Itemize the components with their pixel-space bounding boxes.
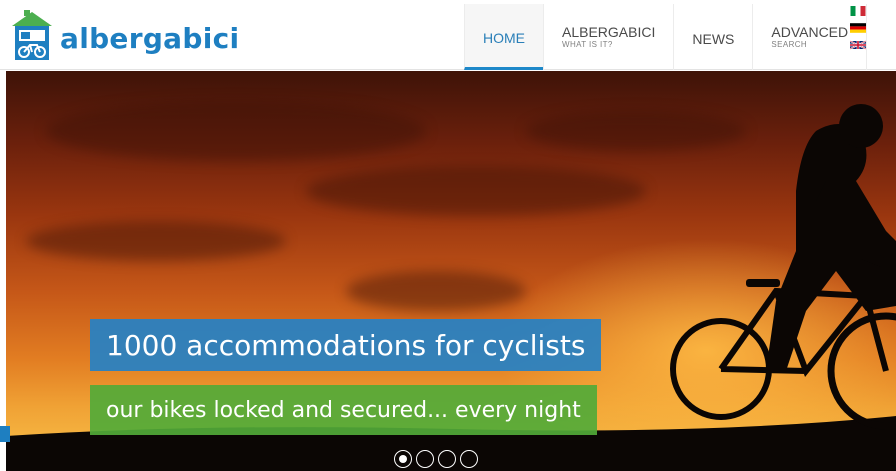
language-selector (850, 6, 868, 57)
slider-dot-4[interactable] (460, 450, 478, 468)
slider-dot-2[interactable] (416, 450, 434, 468)
nav-home[interactable]: HOME (464, 4, 543, 70)
nav-news[interactable]: NEWS (673, 4, 752, 70)
nav-news-label: NEWS (692, 31, 735, 47)
main-nav: HOME ALBERGABICI WHAT IS IT? NEWS ADVANC… (464, 4, 868, 70)
hero-slider: 1000 accommodations for cyclists our bik… (6, 71, 896, 471)
hero-caption-primary: 1000 accommodations for cyclists (90, 319, 602, 371)
slider-dot-3[interactable] (438, 450, 456, 468)
nav-albergabici-sublabel: WHAT IS IT? (562, 40, 613, 49)
nav-albergabici-label: ALBERGABICI (562, 24, 656, 40)
slider-pagination (394, 450, 478, 468)
hotel-bike-icon (12, 10, 52, 60)
germany-flag-icon[interactable] (850, 23, 866, 33)
slider-dot-1[interactable] (394, 450, 412, 468)
brand-name: albergabici (60, 22, 240, 55)
nav-home-label: HOME (483, 29, 525, 46)
italy-flag-icon[interactable] (850, 6, 866, 16)
left-accent-bar (0, 426, 10, 442)
nav-albergabici[interactable]: ALBERGABICI WHAT IS IT? (543, 4, 673, 70)
uk-flag-icon[interactable] (850, 40, 866, 50)
site-logo[interactable]: albergabici (10, 8, 250, 64)
hero-caption-secondary: our bikes locked and secured... every ni… (90, 385, 597, 435)
site-header: albergabici HOME ALBERGABICI WHAT IS IT?… (0, 0, 896, 70)
nav-advanced-label: ADVANCED (771, 24, 849, 40)
nav-advanced-sublabel: SEARCH (771, 40, 808, 49)
